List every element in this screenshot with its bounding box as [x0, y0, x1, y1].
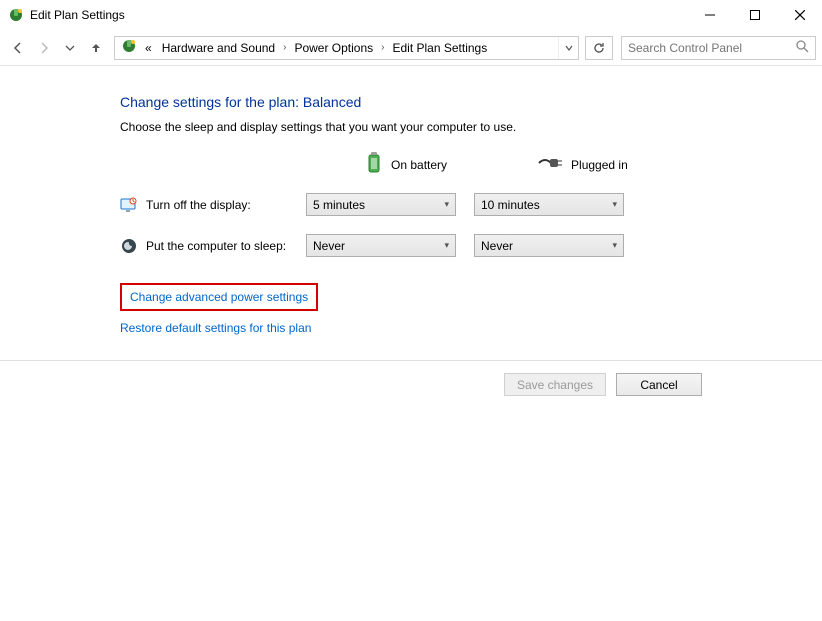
- navigation-bar: « Hardware and Sound › Power Options › E…: [0, 30, 822, 66]
- search-icon: [796, 40, 809, 56]
- display-label: Turn off the display:: [146, 198, 306, 212]
- breadcrumb-power-options[interactable]: Power Options: [290, 39, 377, 57]
- display-icon: [120, 196, 138, 214]
- display-plugged-dropdown[interactable]: 10 minutes ▾: [474, 193, 624, 216]
- on-battery-label: On battery: [391, 158, 447, 172]
- advanced-link-highlight: Change advanced power settings: [120, 283, 318, 311]
- maximize-button[interactable]: [732, 0, 777, 30]
- close-button[interactable]: [777, 0, 822, 30]
- plugged-in-header: Plugged in: [537, 155, 628, 174]
- restore-defaults-link[interactable]: Restore default settings for this plan: [120, 321, 311, 335]
- plug-icon: [537, 155, 563, 174]
- minimize-button[interactable]: [687, 0, 732, 30]
- address-dropdown-button[interactable]: [558, 37, 578, 59]
- battery-icon: [365, 152, 383, 177]
- breadcrumb: « Hardware and Sound › Power Options › E…: [115, 38, 558, 57]
- power-options-icon: [8, 7, 24, 23]
- cancel-button[interactable]: Cancel: [616, 373, 702, 396]
- advanced-settings-link[interactable]: Change advanced power settings: [130, 290, 308, 304]
- chevron-right-icon: ›: [281, 42, 288, 53]
- sleep-plugged-value: Never: [481, 239, 513, 253]
- sleep-setting-row: Put the computer to sleep: Never ▾ Never…: [120, 234, 822, 257]
- page-description: Choose the sleep and display settings th…: [120, 120, 822, 134]
- chevron-down-icon: ▾: [612, 199, 617, 210]
- sleep-icon: [120, 237, 138, 255]
- sleep-label: Put the computer to sleep:: [146, 239, 306, 253]
- sleep-plugged-dropdown[interactable]: Never ▾: [474, 234, 624, 257]
- window-title: Edit Plan Settings: [30, 8, 687, 22]
- titlebar: Edit Plan Settings: [0, 0, 822, 30]
- back-button[interactable]: [6, 36, 30, 60]
- breadcrumb-hardware-sound[interactable]: Hardware and Sound: [158, 39, 279, 57]
- sleep-battery-dropdown[interactable]: Never ▾: [306, 234, 456, 257]
- display-setting-row: Turn off the display: 5 minutes ▾ 10 min…: [120, 193, 822, 216]
- breadcrumb-prefix[interactable]: «: [141, 39, 156, 57]
- chevron-down-icon: ▾: [444, 240, 449, 251]
- breadcrumb-edit-plan[interactable]: Edit Plan Settings: [389, 39, 492, 57]
- plugged-in-label: Plugged in: [571, 158, 628, 172]
- address-bar[interactable]: « Hardware and Sound › Power Options › E…: [114, 36, 579, 60]
- search-input[interactable]: [628, 41, 796, 55]
- column-headers: On battery Plugged in: [120, 152, 822, 177]
- chevron-down-icon: ▾: [444, 199, 449, 210]
- recent-locations-button[interactable]: [58, 36, 82, 60]
- up-button[interactable]: [84, 36, 108, 60]
- display-plugged-value: 10 minutes: [481, 198, 540, 212]
- chevron-right-icon: ›: [379, 42, 386, 53]
- display-battery-dropdown[interactable]: 5 minutes ▾: [306, 193, 456, 216]
- forward-button[interactable]: [32, 36, 56, 60]
- search-box[interactable]: [621, 36, 816, 60]
- footer-buttons: Save changes Cancel: [0, 360, 822, 408]
- display-battery-value: 5 minutes: [313, 198, 365, 212]
- on-battery-header: On battery: [365, 152, 447, 177]
- sleep-battery-value: Never: [313, 239, 345, 253]
- page-heading: Change settings for the plan: Balanced: [120, 94, 822, 110]
- save-button[interactable]: Save changes: [504, 373, 606, 396]
- window-controls: [687, 0, 822, 30]
- main-content: Change settings for the plan: Balanced C…: [0, 66, 822, 335]
- power-options-icon: [121, 38, 137, 57]
- refresh-button[interactable]: [585, 36, 613, 60]
- links-area: Change advanced power settings Restore d…: [120, 283, 822, 335]
- chevron-down-icon: ▾: [612, 240, 617, 251]
